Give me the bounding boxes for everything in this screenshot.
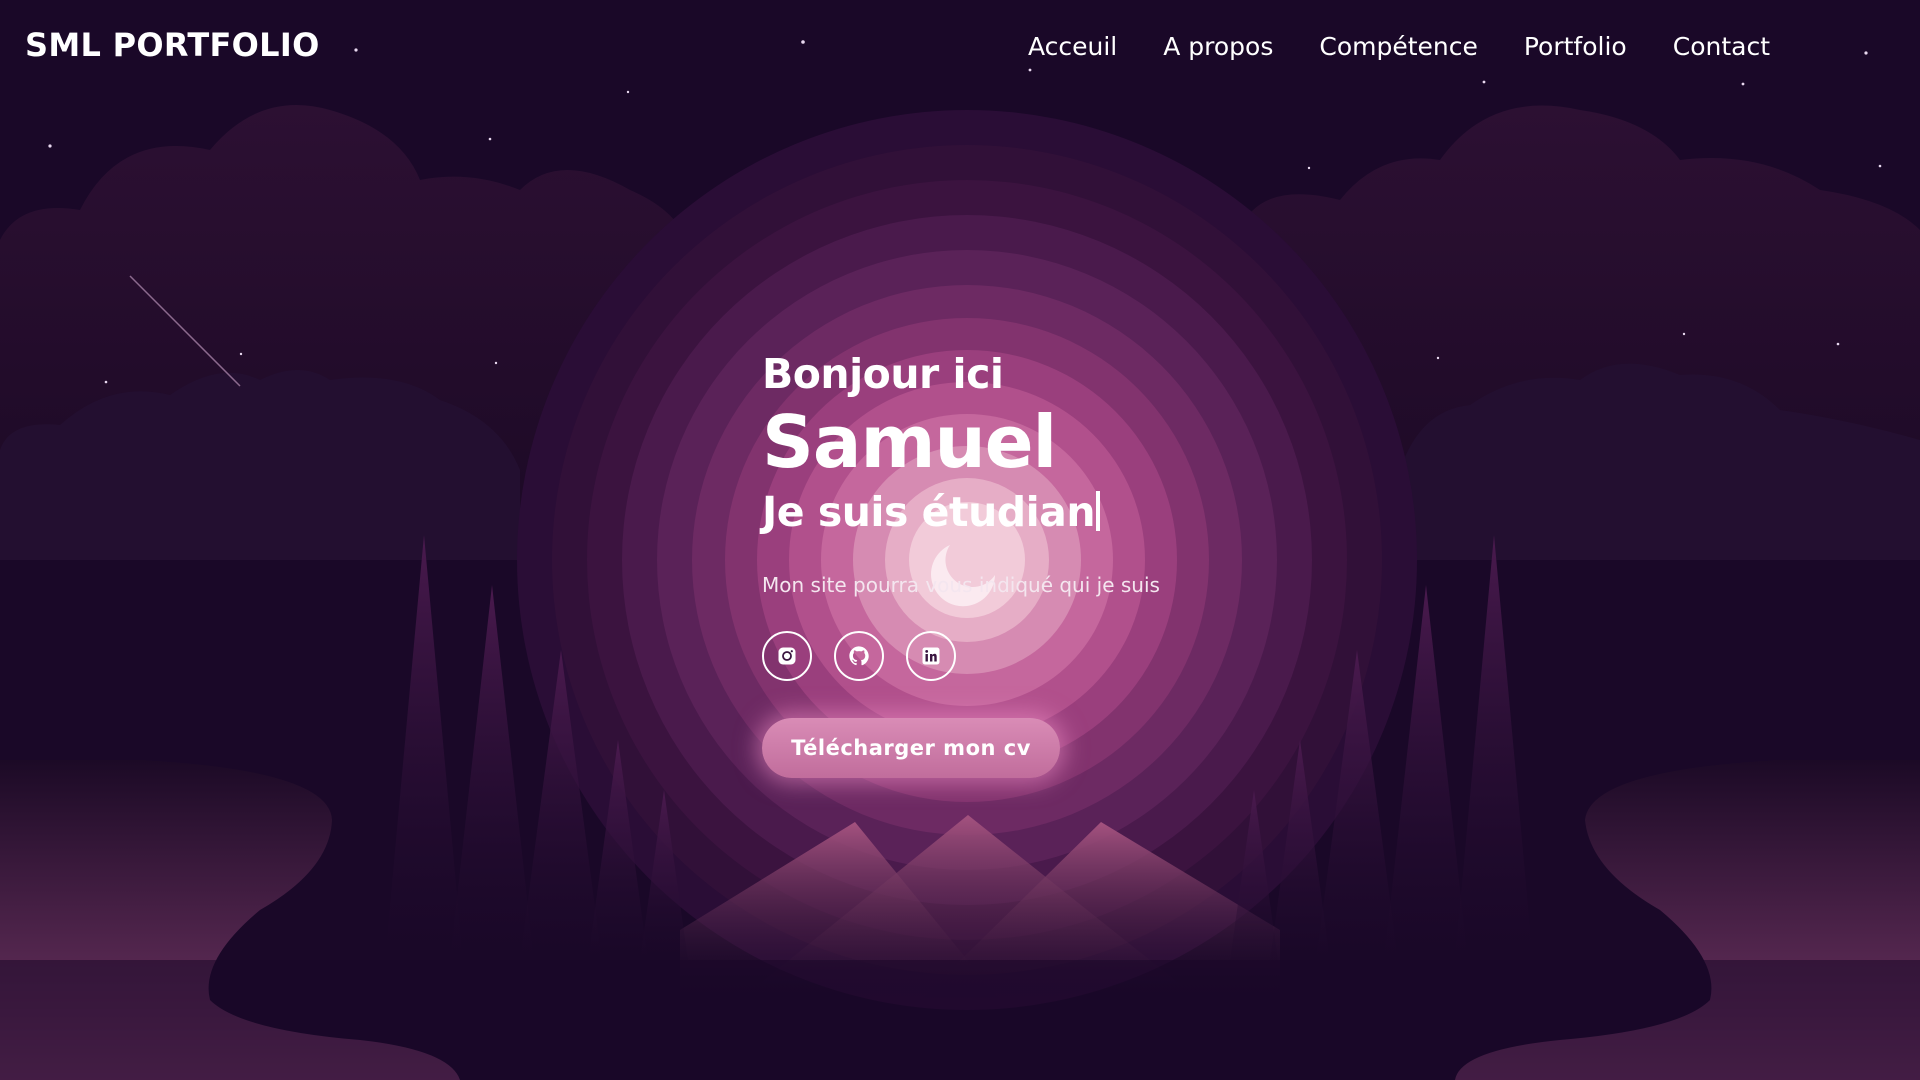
hero-role: Je suis étudian xyxy=(762,488,1362,537)
instagram-icon xyxy=(778,647,796,665)
nav-item-a-propos[interactable]: A propos xyxy=(1163,32,1273,61)
hero-tagline: Mon site pourra vous indiqué qui je suis xyxy=(762,573,1160,598)
nav-item-contact[interactable]: Contact xyxy=(1673,32,1770,61)
nav-item-acceuil[interactable]: Acceuil xyxy=(1028,32,1117,61)
linkedin-icon xyxy=(922,647,940,665)
hero-content: Bonjour ici Samuel Je suis étudian Mon s… xyxy=(762,350,1362,779)
nav-item-competence[interactable]: Compétence xyxy=(1319,32,1478,61)
hero-name: Samuel xyxy=(762,400,1057,485)
github-icon xyxy=(849,646,869,666)
nav-menu: Acceuil A propos Compétence Portfolio Co… xyxy=(1028,32,1770,61)
navbar: SML PORTFOLIO Acceuil A propos Compétenc… xyxy=(0,0,1920,98)
typing-cursor xyxy=(1096,490,1101,531)
hero-greeting: Bonjour ici xyxy=(762,350,1004,398)
github-link[interactable] xyxy=(834,631,884,682)
linkedin-link[interactable] xyxy=(906,631,956,682)
social-links xyxy=(762,631,1362,682)
instagram-link[interactable] xyxy=(762,631,812,682)
hero-scene: SML PORTFOLIO Acceuil A propos Compétenc… xyxy=(0,0,1920,1080)
download-cv-button[interactable]: Télécharger mon cv xyxy=(762,718,1060,779)
brand-logo[interactable]: SML PORTFOLIO xyxy=(25,26,320,64)
hero-role-text: Je suis étudian xyxy=(762,487,1096,536)
nav-item-portfolio[interactable]: Portfolio xyxy=(1524,32,1627,61)
